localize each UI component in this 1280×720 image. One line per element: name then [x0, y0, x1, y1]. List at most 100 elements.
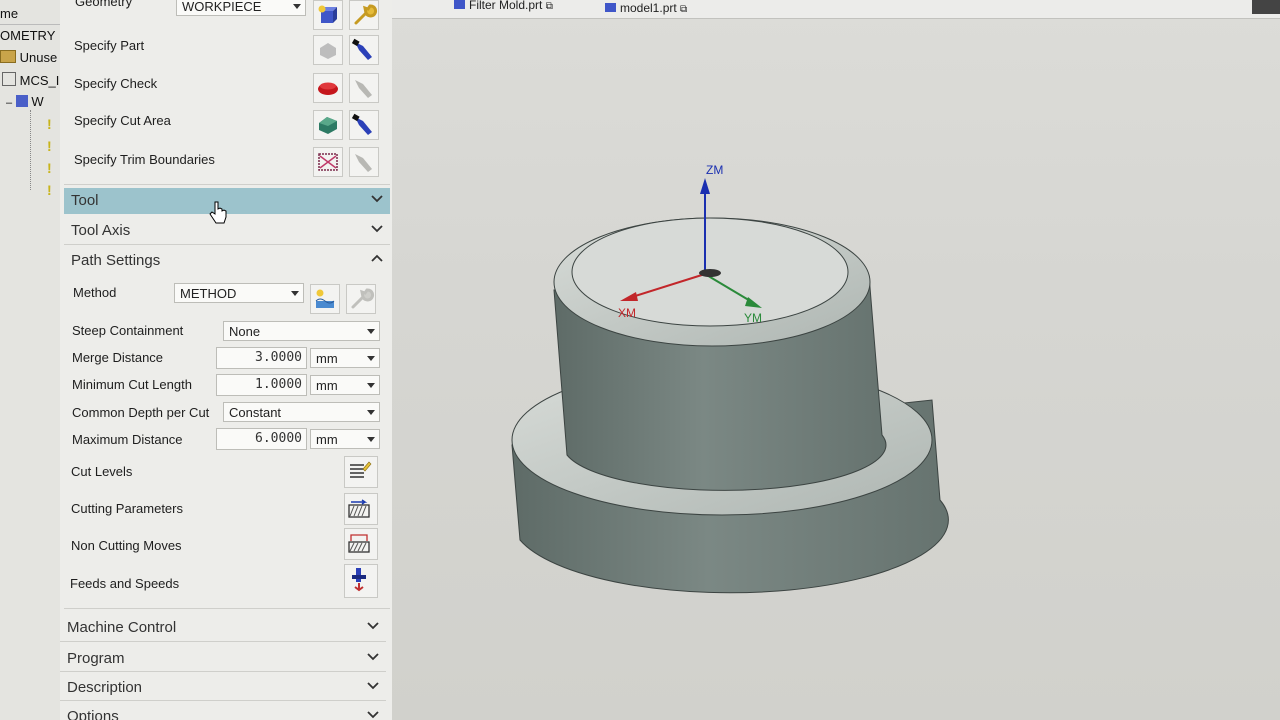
- collapse-icon: –: [6, 97, 13, 109]
- display-part-button[interactable]: [349, 35, 379, 65]
- new-geometry-button[interactable]: [313, 0, 343, 30]
- feeds-and-speeds-label: Feeds and Speeds: [70, 576, 180, 591]
- minimum-cut-length-input[interactable]: 1.0000: [216, 374, 307, 396]
- section-description-header[interactable]: Description: [60, 675, 386, 701]
- workpiece-icon: [15, 95, 28, 107]
- common-depth-per-cut-select[interactable]: Constant: [223, 402, 380, 422]
- section-divider: [64, 244, 390, 245]
- geometry-select[interactable]: WORKPIECE: [176, 0, 306, 16]
- section-options-header[interactable]: Options: [60, 704, 386, 720]
- tree-item-mcs[interactable]: MCS_I: [2, 72, 59, 88]
- common-depth-value: Constant: [229, 405, 282, 420]
- section-title: Tool Axis: [71, 222, 131, 239]
- merge-distance-input[interactable]: 3.0000: [216, 347, 307, 369]
- model-scene: [511, 178, 949, 594]
- method-select-value: METHOD: [180, 286, 237, 301]
- trim-boundary-icon: [318, 153, 338, 171]
- section-title: Path Settings: [71, 252, 161, 269]
- maximum-distance-input[interactable]: 6.0000: [216, 428, 307, 450]
- cutting-parameters-label: Cutting Parameters: [71, 501, 183, 516]
- section-machine-control-header[interactable]: Machine Control: [60, 615, 386, 641]
- section-title: Tool: [71, 192, 99, 209]
- chevron-down-icon: [367, 711, 379, 719]
- chevron-down-icon: [367, 653, 379, 661]
- ym-axis-label: YM: [744, 311, 762, 325]
- feeds-and-speeds-button[interactable]: [344, 564, 378, 598]
- steep-containment-select[interactable]: None: [223, 321, 380, 341]
- tree-header-name: me: [0, 6, 19, 21]
- cut-levels-icon: [350, 461, 372, 478]
- non-cutting-moves-label: Non Cutting Moves: [71, 538, 182, 553]
- cut-area-icon: [319, 117, 337, 134]
- tab-menu-icon: ⧉: [680, 4, 688, 15]
- tree-item-unused[interactable]: Unuse: [0, 50, 57, 65]
- section-divider: [60, 700, 386, 701]
- dropdown-arrow-icon: [367, 329, 375, 334]
- non-cutting-moves-button[interactable]: [344, 528, 378, 560]
- edit-method-button[interactable]: [346, 284, 376, 314]
- boss-cylinder[interactable]: [553, 217, 887, 491]
- display-cut-area-button[interactable]: [349, 110, 379, 140]
- operation-status-icon: !: [47, 138, 52, 154]
- cut-levels-button[interactable]: [344, 456, 378, 488]
- chevron-down-icon: [367, 682, 379, 690]
- display-trim-boundaries-button[interactable]: [349, 147, 379, 177]
- section-title: Machine Control: [67, 619, 177, 636]
- section-divider: [60, 671, 386, 672]
- dropdown-arrow-icon: [293, 4, 301, 9]
- select-trim-boundaries-button[interactable]: [313, 147, 343, 177]
- dropdown-arrow-icon: [367, 356, 375, 361]
- tree-connector-line: [30, 110, 32, 190]
- tree-item-label: W: [31, 94, 44, 109]
- folder-icon: [0, 50, 16, 63]
- operation-dialog: Geometry WORKPIECE Specify Part Specify …: [60, 0, 394, 720]
- section-divider: [64, 184, 390, 185]
- steep-containment-value: None: [229, 324, 261, 339]
- operation-navigator: me OMETRY Unuse MCS_I – W ! ! ! !: [0, 0, 63, 720]
- chevron-down-icon: [367, 622, 379, 630]
- specify-cut-area-label: Specify Cut Area: [74, 113, 171, 128]
- merge-distance-unit-select[interactable]: mm: [310, 348, 380, 368]
- tab-label: Filter Mold.prt: [469, 0, 543, 12]
- flashlight-disabled-icon: [355, 154, 372, 172]
- specify-trim-boundaries-label: Specify Trim Boundaries: [74, 152, 215, 167]
- section-path-settings-header[interactable]: Path Settings: [64, 248, 390, 274]
- flashlight-disabled-icon: [355, 80, 372, 98]
- edit-geometry-button[interactable]: [349, 0, 379, 30]
- flashlight-icon: [351, 38, 372, 60]
- unit-value: mm: [316, 351, 338, 366]
- tab-model1[interactable]: model1.prt ⧉: [605, 1, 687, 15]
- dropdown-arrow-icon: [367, 437, 375, 442]
- tree-item-label: MCS_I: [19, 73, 60, 88]
- tree-item-geometry[interactable]: OMETRY: [0, 28, 55, 43]
- flashlight-icon: [351, 113, 372, 135]
- tree-item-workpiece[interactable]: – W: [6, 94, 44, 109]
- graphics-viewport[interactable]: ZM XM YM: [392, 0, 1280, 720]
- geometry-label: Geometry: [75, 0, 133, 9]
- chevron-down-icon: [371, 195, 383, 203]
- specify-part-label: Specify Part: [74, 38, 145, 53]
- cutting-parameters-icon: [348, 499, 370, 518]
- new-method-button[interactable]: [310, 284, 340, 314]
- section-tool-axis-header[interactable]: Tool Axis: [64, 218, 390, 244]
- file-tab-bar: Filter Mold.prt ⧉ model1.prt ⧉: [392, 0, 1280, 19]
- feeds-speeds-icon: [352, 568, 366, 592]
- minimum-cut-length-unit-select[interactable]: mm: [310, 375, 380, 395]
- dropdown-arrow-icon: [291, 291, 299, 296]
- display-check-button[interactable]: [349, 73, 379, 103]
- tree-item-label: Unuse: [19, 50, 58, 65]
- zm-axis-label: ZM: [706, 163, 724, 177]
- select-part-button[interactable]: [313, 35, 343, 65]
- maximum-distance-unit-select[interactable]: mm: [310, 429, 380, 449]
- select-check-button[interactable]: [313, 73, 343, 103]
- section-program-header[interactable]: Program: [60, 646, 386, 672]
- select-cut-area-button[interactable]: [313, 110, 343, 140]
- section-title: Program: [67, 650, 125, 667]
- part-file-icon: [605, 3, 616, 12]
- cutting-parameters-button[interactable]: [344, 493, 378, 525]
- operation-status-icon: !: [47, 116, 52, 132]
- tab-filter-mold[interactable]: Filter Mold.prt ⧉: [454, 0, 553, 12]
- method-select[interactable]: METHOD: [174, 283, 304, 303]
- section-title: Options: [67, 708, 119, 720]
- chevron-down-icon: [371, 225, 383, 233]
